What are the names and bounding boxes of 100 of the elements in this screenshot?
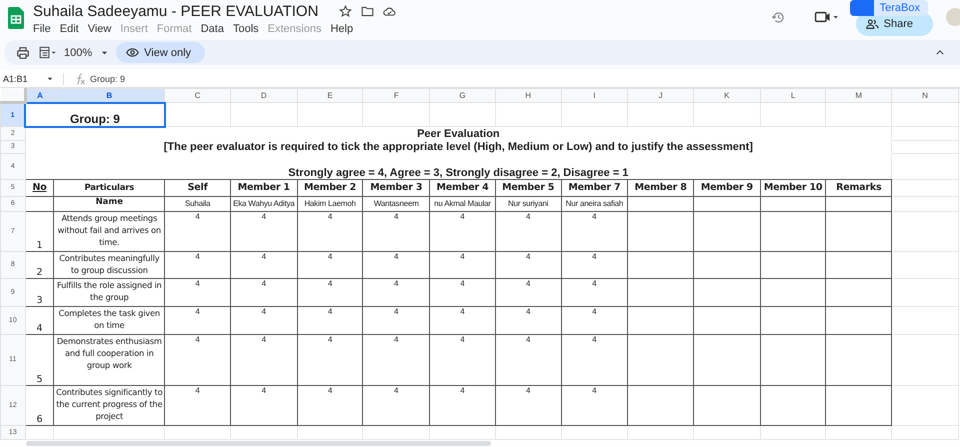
number-cell: 5: [25, 334, 54, 385]
column-header[interactable]: L: [760, 88, 826, 102]
column-header[interactable]: G: [430, 88, 496, 102]
score-cell: 4: [230, 278, 298, 306]
score-cell: 4: [495, 306, 562, 334]
score-cell: 4: [362, 278, 430, 306]
number-cell: 6: [25, 385, 54, 425]
score-cell: 4: [495, 385, 562, 425]
column-heading-cell: Member 9: [693, 179, 760, 196]
video-call-icon[interactable]: [814, 10, 839, 24]
horizontal-scrollbar[interactable]: [26, 441, 491, 446]
member-name-cell: Nur aneira safiah: [561, 196, 628, 211]
column-header[interactable]: N: [892, 88, 958, 102]
column-header[interactable]: H: [495, 88, 562, 102]
name-label-cell: Name: [54, 196, 165, 211]
score-cell: 4: [430, 334, 496, 385]
score-cell: 4: [561, 251, 628, 278]
criterion-cell: Attends group meetings without fail and arrives on time.: [54, 211, 165, 251]
column-header[interactable]: M: [826, 88, 892, 102]
column-heading-cell: Member 1: [230, 179, 298, 196]
cloud-icon[interactable]: [383, 4, 396, 18]
member-name-cell: nu Akmal Maular: [430, 196, 496, 211]
caret-icon: [101, 50, 108, 54]
score-cell: 4: [297, 334, 363, 385]
member-name-cell: Nur suriyani: [495, 196, 562, 211]
score-cell: 4: [164, 306, 230, 334]
column-header[interactable]: B: [54, 88, 165, 102]
score-cell: 4: [561, 334, 628, 385]
column-heading-cell: Self: [164, 179, 230, 196]
criterion-cell: Fulfills the role assigned in the group: [54, 278, 165, 306]
instruction-text: [The peer evaluator is required to tick the appropriate level (High, Medium or Low) and to justify the assessment]: [164, 140, 753, 152]
history-icon[interactable]: [770, 10, 786, 24]
column-header[interactable]: F: [362, 88, 430, 102]
column-header[interactable]: D: [230, 88, 298, 102]
member-name-cell: Wantasneem: [362, 196, 430, 211]
column-heading-cell: Particulars: [54, 179, 165, 196]
score-cell: 4: [362, 385, 430, 425]
column-header[interactable]: K: [693, 88, 760, 102]
member-name-cell: Hakim Laemoh: [297, 196, 363, 211]
score-cell: 4: [495, 334, 562, 385]
group-cell[interactable]: Group: 9: [25, 102, 165, 126]
score-cell: 4: [561, 385, 628, 425]
score-cell: 4: [230, 211, 298, 251]
menu-item[interactable]: File: [33, 23, 51, 35]
column-heading-cell: Member 3: [362, 179, 430, 196]
star-icon[interactable]: [339, 4, 352, 18]
sheet-heading: Peer Evaluation: [417, 128, 500, 140]
score-cell: 4: [495, 278, 562, 306]
number-cell: 3: [25, 278, 54, 306]
column-heading-cell: Member 5: [495, 179, 562, 196]
column-header[interactable]: J: [628, 88, 694, 102]
score-cell: 4: [297, 306, 363, 334]
score-cell: 4: [164, 211, 230, 251]
score-cell: 4: [164, 334, 230, 385]
score-cell: 4: [297, 211, 363, 251]
score-cell: 4: [297, 251, 363, 278]
score-cell: 4: [230, 385, 298, 425]
column-header[interactable]: C: [164, 88, 230, 102]
menu-item[interactable]: Data: [200, 23, 224, 35]
view-only-button[interactable]: View only: [116, 42, 206, 63]
sheets-logo-icon[interactable]: [8, 7, 24, 29]
document-title[interactable]: Suhaila Sadeeyamu - PEER EVALUATION: [33, 2, 318, 20]
score-cell: 4: [164, 251, 230, 278]
terabox-badge[interactable]: TeraBox: [850, 0, 928, 16]
column-header[interactable]: A: [25, 88, 54, 102]
zoom-dropdown[interactable]: 100%: [64, 46, 116, 58]
eye-icon: [126, 48, 140, 57]
print-icon[interactable]: [16, 46, 30, 60]
column-heading-cell: Member 2: [297, 179, 363, 196]
caret-icon[interactable]: [47, 76, 53, 80]
formula-field[interactable]: Group: 9: [90, 74, 126, 84]
member-name-cell: Eka Wahyu Aditya: [230, 196, 298, 211]
number-cell: 2: [25, 251, 54, 278]
people-icon: [866, 19, 879, 29]
menu-item[interactable]: Edit: [60, 23, 79, 35]
name-box[interactable]: A1:B1: [0, 74, 47, 84]
sheet-dropdown-icon[interactable]: [39, 46, 58, 59]
column-header[interactable]: I: [561, 88, 628, 102]
score-cell: 4: [430, 251, 496, 278]
folder-icon[interactable]: [361, 4, 374, 18]
score-cell: 4: [362, 306, 430, 334]
menu-item[interactable]: View: [88, 23, 112, 35]
column-heading-cell: No: [25, 179, 54, 196]
column-header[interactable]: E: [297, 88, 363, 102]
score-cell: 4: [430, 385, 496, 425]
score-cell: 4: [495, 211, 562, 251]
menu-item[interactable]: Tools: [232, 23, 259, 35]
column-heading-cell: Member 4: [430, 179, 496, 196]
score-cell: 4: [362, 334, 430, 385]
criterion-cell: Contributes significantly to the current progress of the project: [54, 385, 165, 425]
score-cell: 4: [495, 251, 562, 278]
criterion-cell: Demonstrates enthusiasm and full cooperation in group work: [54, 334, 165, 385]
score-cell: 4: [230, 306, 298, 334]
score-cell: 4: [430, 211, 496, 251]
scale-text: Strongly agree = 4, Agree = 3, Strongly disagree = 2, Disagree = 1: [288, 166, 628, 178]
score-cell: 4: [164, 278, 230, 306]
score-cell: 4: [561, 306, 628, 334]
column-heading-cell: Member 10: [760, 179, 826, 196]
collapse-chevron-icon[interactable]: [936, 50, 944, 55]
menu-item[interactable]: Help: [330, 23, 354, 35]
